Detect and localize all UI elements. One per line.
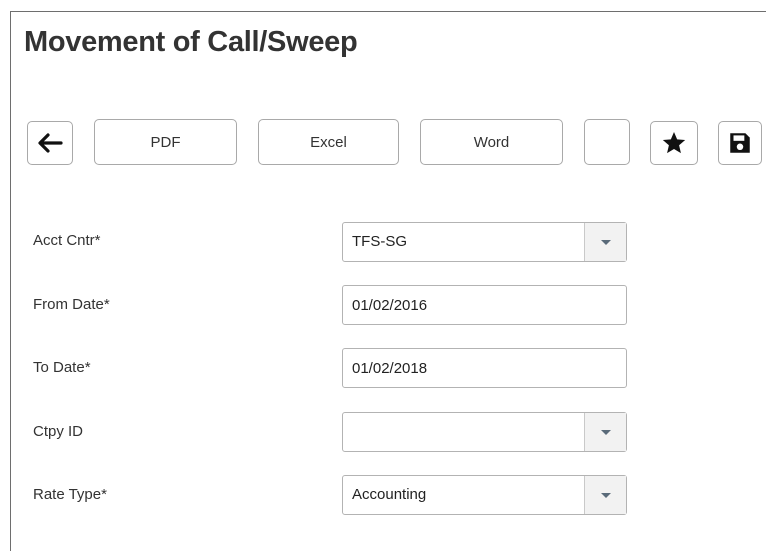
rate-type-dropdown-toggle[interactable] (584, 476, 626, 514)
ctpy-id-dropdown-toggle[interactable] (584, 413, 626, 451)
from-date-input[interactable] (343, 286, 626, 324)
ctpy-id-label: Ctpy ID (33, 423, 84, 440)
to-date-input[interactable] (343, 349, 626, 387)
acct-cntr-dropdown-toggle[interactable] (584, 223, 626, 261)
excel-button[interactable]: Excel (258, 119, 399, 165)
back-button[interactable] (27, 121, 73, 165)
chevron-down-icon (600, 239, 611, 245)
from-date-label: From Date* (33, 296, 110, 313)
pdf-button[interactable]: PDF (94, 119, 237, 165)
rate-type-label: Rate Type* (33, 486, 107, 503)
blank-button[interactable] (584, 119, 630, 165)
page-title: Movement of Call/Sweep (24, 26, 358, 58)
acct-cntr-label: Acct Cntr* (33, 232, 101, 249)
floppy-disk-icon (730, 133, 750, 153)
to-date-field[interactable] (342, 348, 627, 388)
word-button[interactable]: Word (420, 119, 563, 165)
save-button[interactable] (718, 121, 762, 165)
acct-cntr-select[interactable]: TFS-SG (342, 222, 627, 262)
chevron-down-icon (600, 492, 611, 498)
star-icon (662, 131, 686, 154)
from-date-field[interactable] (342, 285, 627, 325)
arrow-left-icon (38, 133, 63, 153)
rate-type-select[interactable]: Accounting (342, 475, 627, 515)
rate-type-value: Accounting (352, 486, 427, 503)
favorite-button[interactable] (650, 121, 698, 165)
chevron-down-icon (600, 429, 611, 435)
panel-frame (10, 11, 766, 551)
acct-cntr-value: TFS-SG (352, 233, 407, 250)
ctpy-id-select[interactable] (342, 412, 627, 452)
to-date-label: To Date* (33, 359, 91, 376)
